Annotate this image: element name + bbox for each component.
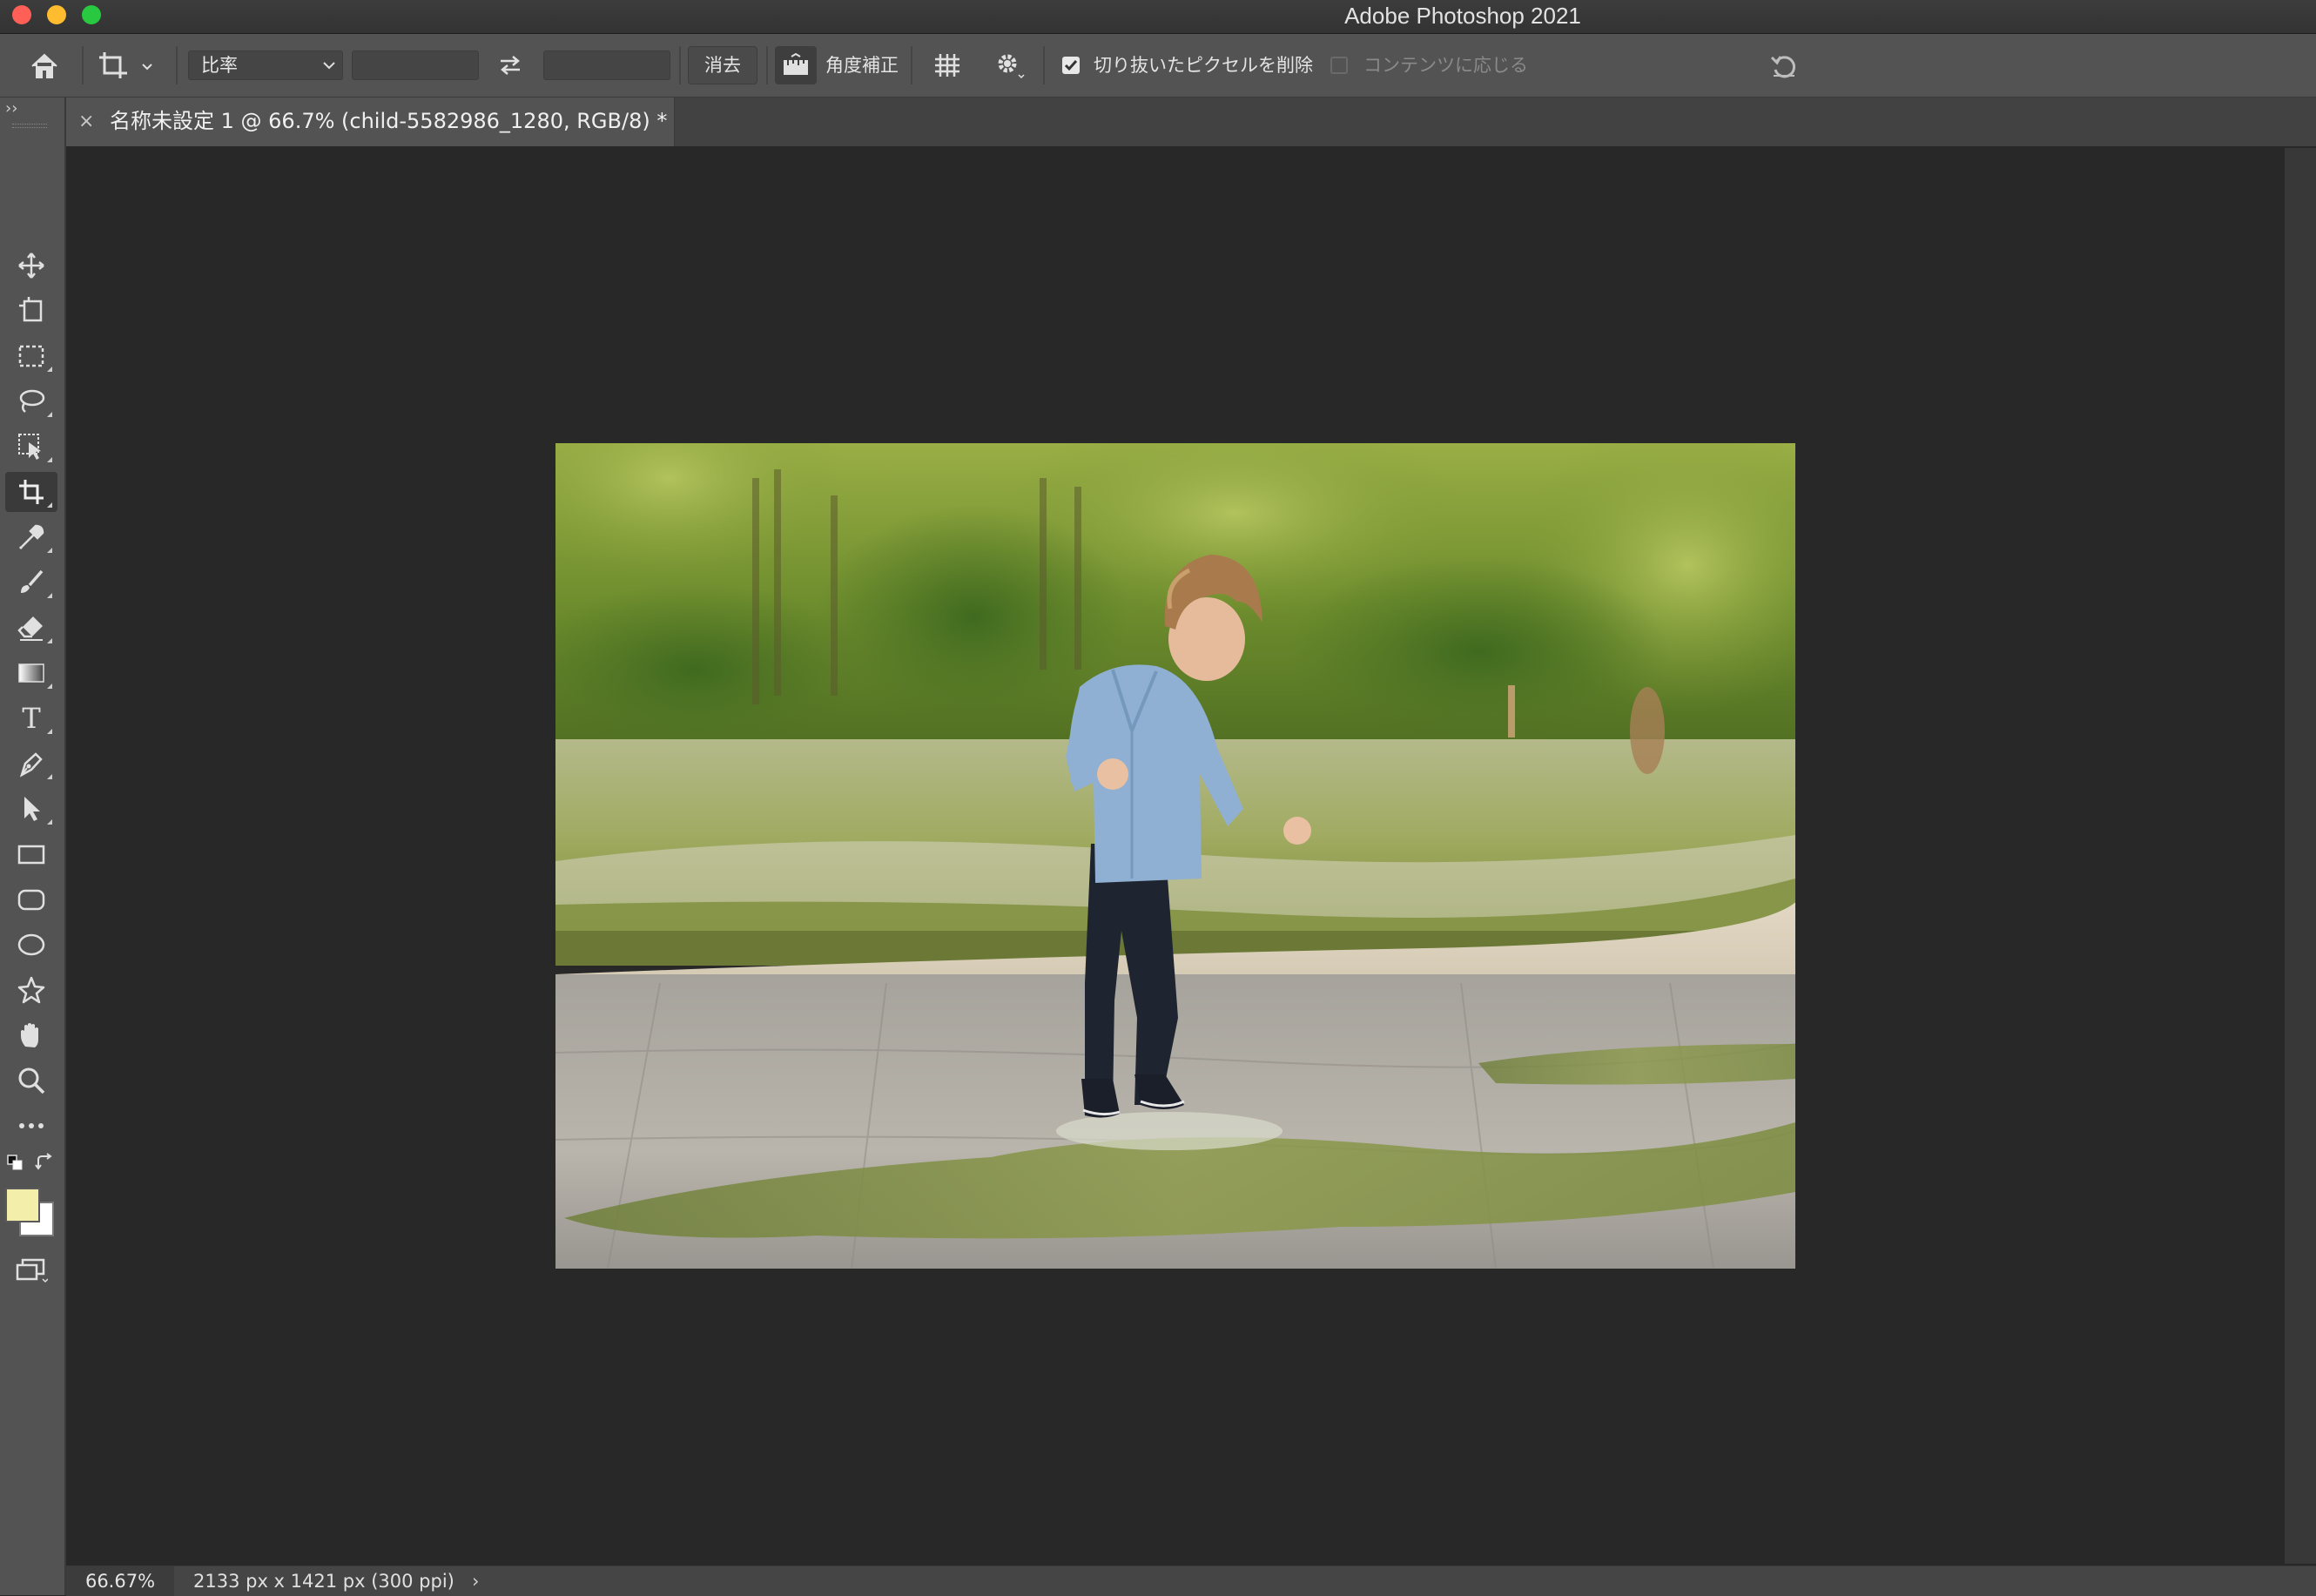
tools-panel: ›› T bbox=[0, 98, 66, 1595]
artboard-tool-icon[interactable] bbox=[5, 291, 57, 331]
type-tool-glyph: T bbox=[22, 702, 41, 735]
straighten-icon[interactable] bbox=[775, 46, 817, 84]
crop-preset-picker[interactable] bbox=[96, 46, 157, 86]
move-tool-icon[interactable] bbox=[5, 246, 57, 286]
crop-height-field[interactable] bbox=[543, 51, 670, 80]
app-title: Adobe Photoshop 2021 bbox=[1344, 3, 1581, 29]
window-title-bar: Adobe Photoshop 2021 bbox=[0, 0, 2316, 34]
hand-icon[interactable] bbox=[5, 1015, 57, 1055]
content-aware-label[interactable]: コンテンツに応じる bbox=[1363, 51, 1528, 80]
eyedropper-icon[interactable] bbox=[5, 517, 57, 557]
ellipse-tool-icon[interactable] bbox=[5, 925, 57, 965]
default-colors-icon[interactable] bbox=[7, 1155, 23, 1170]
brush-icon[interactable] bbox=[5, 562, 57, 603]
chevron-down-icon bbox=[323, 62, 335, 70]
foreground-color-swatch[interactable] bbox=[5, 1188, 40, 1222]
zoom-icon[interactable] bbox=[5, 1061, 57, 1101]
collapse-icon[interactable]: ›› bbox=[5, 99, 17, 118]
swap-colors-icon[interactable] bbox=[35, 1153, 54, 1172]
vertical-scrollbar[interactable] bbox=[2285, 148, 2316, 1564]
content-aware-checkbox[interactable] bbox=[1330, 57, 1348, 74]
path-selection-icon[interactable] bbox=[5, 789, 57, 829]
crop-width-field[interactable] bbox=[352, 51, 479, 80]
rectangular-marquee-icon[interactable] bbox=[5, 336, 57, 376]
pen-icon[interactable] bbox=[5, 744, 57, 784]
crop-ratio-value: 比率 bbox=[201, 55, 238, 76]
custom-shape-icon[interactable] bbox=[5, 970, 57, 1010]
grid-overlay-icon[interactable] bbox=[928, 48, 966, 83]
screen-mode-icon[interactable] bbox=[5, 1250, 57, 1290]
checkmark-icon bbox=[1064, 60, 1078, 71]
document-tab-bar: × 名称未設定 1 @ 66.7% (child-5582986_1280, R… bbox=[66, 98, 2316, 146]
object-selection-icon[interactable] bbox=[5, 427, 57, 467]
type-tool-icon[interactable]: T bbox=[5, 698, 57, 738]
clear-button[interactable]: 消去 bbox=[688, 46, 757, 84]
rectangle-tool-icon[interactable] bbox=[5, 834, 57, 874]
gear-icon[interactable] bbox=[989, 48, 1029, 83]
lasso-icon[interactable] bbox=[5, 381, 57, 421]
document-image[interactable] bbox=[555, 443, 1795, 1269]
crop-tool-icon[interactable] bbox=[5, 472, 57, 512]
status-menu-arrow[interactable]: › bbox=[472, 1566, 479, 1596]
eraser-icon[interactable] bbox=[5, 608, 57, 648]
document-tab[interactable]: × 名称未設定 1 @ 66.7% (child-5582986_1280, R… bbox=[66, 98, 675, 146]
grip-icon[interactable] bbox=[12, 124, 47, 128]
close-tab-icon[interactable]: × bbox=[78, 110, 94, 134]
zoom-level-field[interactable]: 66.67% bbox=[66, 1566, 174, 1596]
crop-ratio-select[interactable]: 比率 bbox=[188, 51, 343, 80]
reset-icon[interactable] bbox=[1764, 46, 1804, 86]
home-icon[interactable] bbox=[24, 46, 64, 86]
swap-icon[interactable] bbox=[493, 50, 528, 81]
more-tools-icon[interactable] bbox=[5, 1106, 57, 1146]
document-info: 2133 px x 1421 px (300 ppi) bbox=[193, 1571, 454, 1592]
straighten-label[interactable]: 角度補正 bbox=[825, 51, 899, 80]
delete-cropped-label[interactable]: 切り抜いたピクセルを削除 bbox=[1094, 51, 1313, 80]
rounded-rectangle-icon[interactable] bbox=[5, 879, 57, 919]
delete-cropped-checkbox[interactable] bbox=[1062, 57, 1080, 74]
options-bar: 比率 消去 角度補正 切り抜いたピクセルを削除 コンテンツに応じる bbox=[0, 34, 2316, 98]
gradient-icon[interactable] bbox=[5, 653, 57, 693]
document-tab-title: 名称未設定 1 @ 66.7% (child-5582986_1280, RGB… bbox=[110, 109, 668, 133]
status-bar: 66.67% 2133 px x 1421 px (300 ppi) › bbox=[66, 1566, 2316, 1596]
